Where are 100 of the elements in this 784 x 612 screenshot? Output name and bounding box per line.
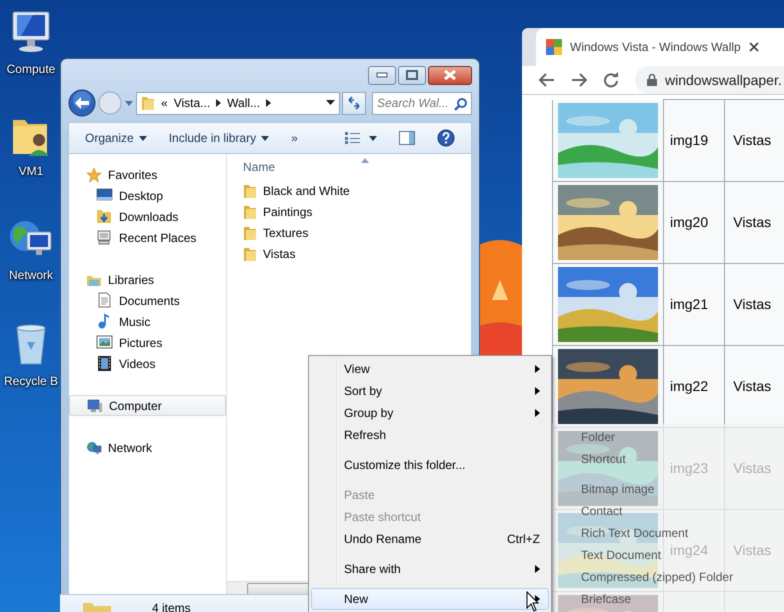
column-header[interactable]: Name	[243, 158, 276, 176]
preview-pane-icon[interactable]	[399, 131, 415, 145]
back-icon[interactable]	[539, 73, 555, 87]
maximize-button[interactable]	[398, 66, 426, 84]
download-folder-icon	[96, 208, 113, 225]
shortcut-text: Ctrl+Z	[507, 531, 540, 548]
menu-item[interactable]: Undo Rename Ctrl+Z	[311, 528, 549, 550]
desktop-icon-label[interactable]: VM1	[18, 162, 44, 180]
tab-title: Windows Vista - Windows Wallp	[570, 39, 741, 56]
star-icon	[86, 166, 102, 182]
picture-icon	[96, 334, 113, 351]
lock-icon	[647, 74, 657, 86]
nav-item[interactable]: Libraries	[69, 269, 226, 290]
menu-item[interactable]: Bitmap image	[554, 478, 664, 500]
chevron-icon[interactable]	[266, 99, 272, 107]
table-cell: Vistas	[724, 181, 784, 263]
menu-item[interactable]: Text Document	[554, 544, 670, 566]
address-bar[interactable]: windowswallpaper.	[635, 66, 784, 94]
folder-icon	[243, 246, 257, 262]
menu-item[interactable]: Rich Text Document	[554, 522, 698, 544]
mouse-pointer-icon	[526, 591, 540, 612]
nav-item[interactable]: Computer	[69, 395, 226, 416]
nav-item[interactable]: Documents	[69, 290, 226, 311]
chevron-icon[interactable]	[216, 99, 222, 107]
file-list-item[interactable]: Vistas	[227, 243, 471, 264]
nav-item[interactable]: Pictures	[69, 332, 226, 353]
nav-item[interactable]: Downloads	[69, 206, 226, 227]
nav-item[interactable]: Recent Places	[69, 227, 226, 248]
desktop-icon-label[interactable]: Compute	[6, 60, 56, 78]
submenu-arrow-icon	[535, 387, 540, 395]
menu-item[interactable]: Sort by	[311, 380, 549, 402]
image-link[interactable]: img21	[670, 296, 708, 312]
help-icon[interactable]	[437, 129, 455, 147]
network-icon	[86, 440, 102, 456]
menu-item[interactable]: New	[311, 588, 549, 610]
close-icon[interactable]	[748, 42, 759, 52]
desktop-icon-label[interactable]: Network	[8, 266, 53, 284]
nav-item[interactable]: Desktop	[69, 185, 226, 206]
reload-icon[interactable]	[603, 72, 619, 88]
browser-tab[interactable]: Windows Vista - Windows Wallp	[536, 28, 784, 66]
toolbar-button[interactable]: »	[291, 129, 298, 147]
sort-arrow-icon	[361, 158, 369, 162]
back-button[interactable]	[68, 89, 96, 117]
view-options-icon[interactable]	[345, 132, 361, 144]
menu-item[interactable]: Shortcut	[554, 448, 635, 470]
breadcrumb-item[interactable]: Vista...	[174, 94, 210, 112]
menu-item[interactable]: Compressed (zipped) Folder	[554, 566, 742, 588]
menu-item[interactable]: Contact	[554, 500, 632, 522]
minimize-button[interactable]	[368, 66, 396, 84]
desktop-icon-label[interactable]: Recycle B	[4, 372, 58, 390]
submenu-arrow-icon	[535, 409, 540, 417]
image-link[interactable]: img20	[670, 214, 708, 230]
nav-item[interactable]: Videos	[69, 353, 226, 374]
nav-item[interactable]: Music	[69, 311, 226, 332]
image-link[interactable]: img19	[670, 132, 708, 148]
caret-icon	[138, 136, 147, 140]
computer-icon	[87, 398, 103, 414]
table-cell: Vistas	[724, 100, 784, 181]
file-list-item[interactable]: Paintings	[227, 201, 471, 222]
file-list-item[interactable]: Black and White	[227, 180, 471, 201]
folder-icon	[141, 95, 155, 111]
table-cell: Vistas	[724, 345, 784, 427]
search-field[interactable]: Search Wal...	[372, 92, 472, 114]
item-count: 4 items	[152, 600, 191, 612]
submenu-arrow-icon	[535, 365, 540, 373]
image-link[interactable]: img22	[670, 378, 708, 394]
folder-icon	[243, 182, 257, 198]
menu-item[interactable]: Share with	[311, 558, 549, 580]
table-cell: Vistas	[724, 263, 784, 345]
menu-item[interactable]: Folder	[554, 426, 624, 448]
document-icon	[96, 292, 113, 309]
breadcrumb-overflow[interactable]: «	[161, 94, 168, 112]
caret-icon[interactable]	[369, 136, 377, 140]
menu-item[interactable]: Briefcase	[554, 588, 640, 610]
film-strip-icon	[96, 355, 113, 372]
menu-item[interactable]: Group by	[311, 402, 549, 424]
submenu-arrow-icon	[535, 565, 540, 573]
refresh-button[interactable]	[342, 92, 366, 114]
close-button[interactable]	[428, 66, 472, 84]
breadcrumb-item[interactable]: Wall...	[227, 94, 260, 112]
file-list-item[interactable]: Textures	[227, 222, 471, 243]
nav-item[interactable]: Favorites	[69, 164, 226, 185]
recent-places-icon	[96, 229, 113, 246]
forward-icon[interactable]	[571, 73, 587, 87]
toolbar-button[interactable]: Include in library	[168, 129, 270, 147]
menu-item[interactable]: Customize this folder...	[311, 454, 549, 476]
nav-item[interactable]: Network	[69, 437, 226, 458]
address-bar[interactable]: « Vista... Wall...	[136, 92, 340, 114]
toolbar-button[interactable]: Organize	[85, 129, 147, 147]
caret-icon	[261, 136, 270, 140]
folder-icon	[243, 204, 257, 220]
minimize-icon	[376, 72, 388, 78]
menu-item[interactable]: View	[311, 358, 549, 380]
dropdown-arrow-icon[interactable]	[326, 100, 335, 106]
menu-item[interactable]: Refresh	[311, 424, 549, 446]
folder-icon	[243, 224, 257, 240]
site-icon	[546, 39, 562, 55]
close-icon	[443, 70, 457, 80]
maximize-icon	[406, 70, 418, 80]
search-icon[interactable]	[454, 96, 468, 110]
